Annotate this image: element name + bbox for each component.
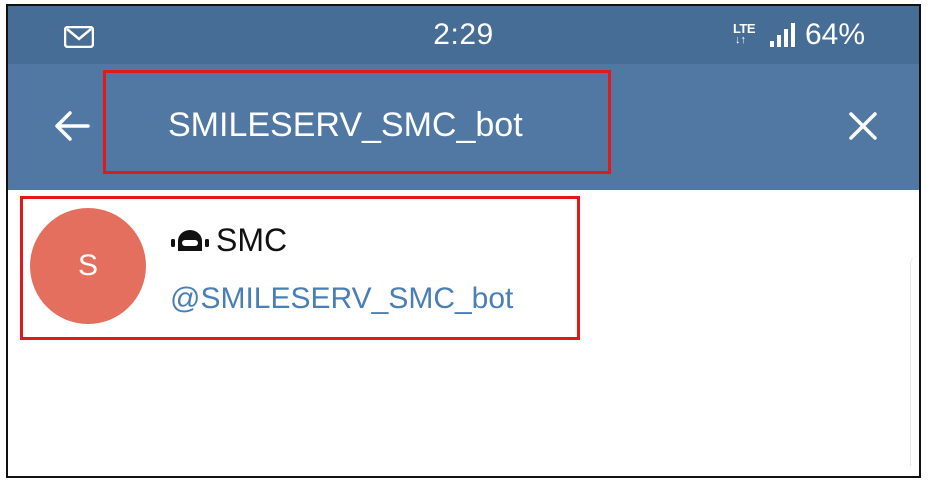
lte-icon: LTE ↓↑	[733, 20, 759, 50]
scroll-edge	[910, 256, 919, 466]
search-app-bar	[8, 64, 919, 190]
search-field-highlight	[103, 70, 611, 174]
search-input[interactable]	[168, 103, 598, 147]
status-indicators: LTE ↓↑ 64%	[733, 18, 865, 52]
close-icon[interactable]	[843, 106, 883, 146]
screenshot-frame: 2:29 LTE ↓↑ 64% SMILESERV_SMC_bot S SMC …	[6, 4, 921, 478]
arrow-back-icon[interactable]	[52, 106, 92, 146]
battery-percentage: 64%	[804, 18, 865, 51]
status-bar: 2:29 LTE ↓↑ 64%	[8, 6, 919, 64]
lte-arrows: ↓↑	[734, 34, 746, 46]
result-highlight-box	[20, 196, 580, 340]
signal-icon	[769, 23, 795, 47]
